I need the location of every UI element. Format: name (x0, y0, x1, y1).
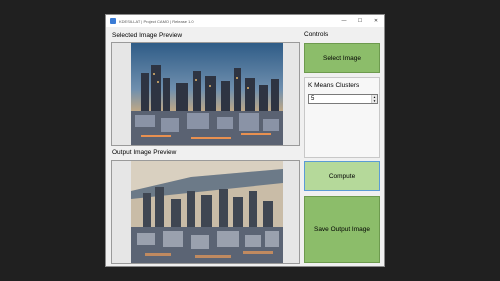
output-image-preview (111, 160, 300, 264)
close-button[interactable]: ✕ (368, 15, 384, 27)
k-clusters-value: 5 (311, 96, 315, 102)
clustered-image (131, 161, 283, 263)
app-icon (110, 18, 116, 24)
app-window: KDESILLAT | Project CAMO | Release 1.0 —… (105, 14, 385, 267)
compute-label: Compute (328, 172, 356, 180)
k-clusters-spinbox[interactable]: 5 ▲ ▼ (308, 94, 378, 104)
k-means-panel: K Means Clusters 5 ▲ ▼ (304, 77, 380, 158)
save-output-label: Save Output Image (313, 226, 370, 233)
select-image-button[interactable]: Select Image (304, 43, 380, 73)
compute-button[interactable]: Compute (304, 161, 380, 191)
selected-image-preview (111, 42, 300, 146)
window-controls: — ☐ ✕ (336, 15, 384, 27)
spin-down-icon[interactable]: ▼ (371, 99, 377, 103)
controls-heading: Controls (304, 31, 329, 38)
window-title: KDESILLAT | Project CAMO | Release 1.0 (119, 18, 194, 24)
save-output-image-button[interactable]: Save Output Image (304, 196, 380, 263)
maximize-button[interactable]: ☐ (352, 15, 368, 27)
title-bar: KDESILLAT | Project CAMO | Release 1.0 —… (106, 15, 384, 27)
selected-preview-label: Selected Image Preview (112, 32, 183, 39)
output-preview-label: Output Image Preview (112, 149, 177, 156)
select-image-label: Select Image (323, 54, 361, 62)
k-means-label: K Means Clusters (308, 82, 360, 89)
spin-buttons: ▲ ▼ (371, 95, 377, 103)
city-image (131, 43, 283, 145)
minimize-button[interactable]: — (336, 15, 352, 27)
